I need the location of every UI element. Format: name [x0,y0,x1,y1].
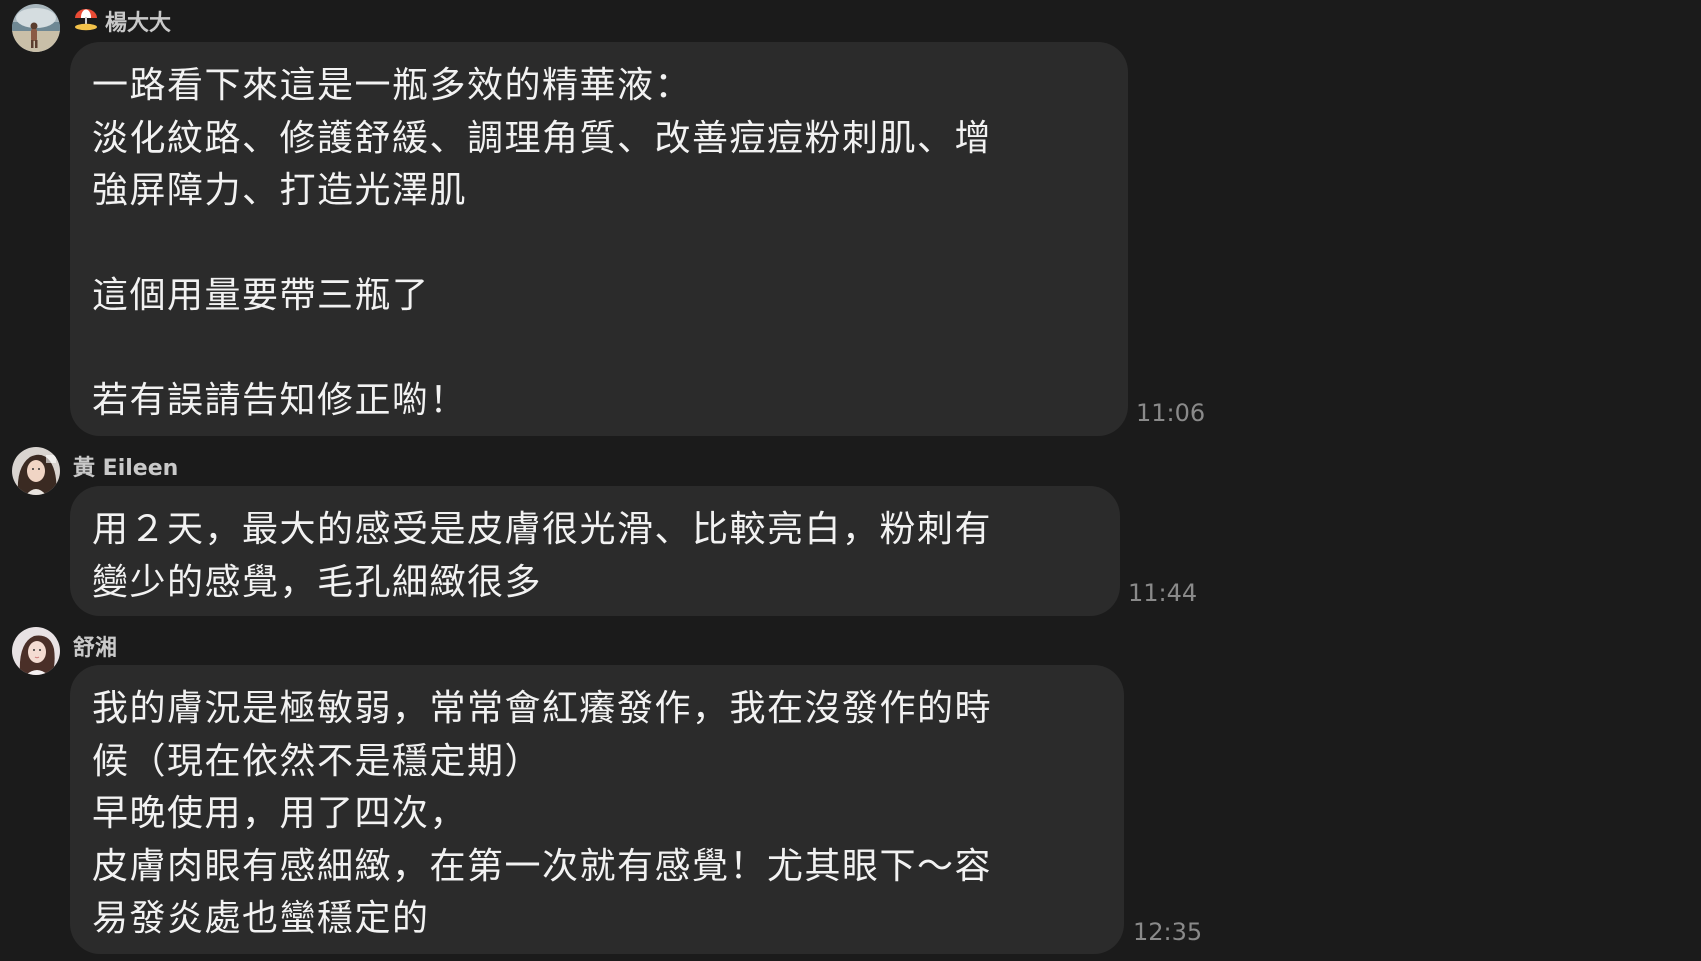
message-bubble[interactable]: 一路看下來這是一瓶多效的精華液： 淡化紋路、修護舒緩、調理角質、改善痘痘粉刺肌、… [70,42,1128,436]
sender-name: 楊大大 [73,5,171,37]
sender-name-text: 黃 Eileen [73,456,179,481]
message-time: 11:06 [1136,399,1206,427]
message-line: 候（現在依然不是穩定期） [92,740,543,782]
sender-name: 黃 Eileen [73,450,178,482]
sender-name: 舒湘 [73,630,117,662]
avatar[interactable] [12,4,60,52]
sender-name-text: 舒湘 [73,636,118,661]
message-time: 12:35 [1133,918,1203,946]
message-line: 我的膚況是極敏弱，常常會紅癢發作，我在沒發作的時 [92,688,993,729]
message-bubble[interactable]: 我的膚況是極敏弱，常常會紅癢發作，我在沒發作的時 候（現在依然不是穩定期） 早晚… [70,665,1124,954]
message-line [92,218,1106,271]
chat-window: 楊大大 一路看下來這是一瓶多效的精華液： 淡化紋路、修護舒緩、調理角質、改善痘痘… [0,0,1701,961]
message-line: 變少的感覺，毛孔細緻很多 [92,561,543,603]
message-line: 早晚使用，用了四次， [92,793,468,834]
message-line: 淡化紋路、修護舒緩、調理角質、改善痘痘粉刺肌、增 [92,117,993,159]
message-line: 皮膚肉眼有感細緻，在第一次就有感覺！尤其眼下～容 [92,845,993,887]
message-line: 若有誤請告知修正喲！ [92,380,468,421]
message-line: 強屏障力、打造光澤肌 [92,170,468,211]
sender-name-text: 楊大大 [105,11,172,36]
message-bubble[interactable]: 用２天，最大的感受是皮膚很光滑、比較亮白，粉刺有 變少的感覺，毛孔細緻很多 [70,486,1120,616]
message-time: 11:44 [1128,579,1198,607]
message-line: 易發炎處也蠻穩定的 [92,898,430,939]
message-line: 一路看下來這是一瓶多效的精華液： [92,65,693,106]
message-line [92,323,1106,376]
avatar[interactable] [12,447,60,495]
beach-umbrella-icon [73,5,99,37]
message-line: 用２天，最大的感受是皮膚很光滑、比較亮白，粉刺有 [92,509,993,550]
avatar[interactable] [12,627,60,675]
message-line: 這個用量要帶三瓶了 [92,275,430,316]
